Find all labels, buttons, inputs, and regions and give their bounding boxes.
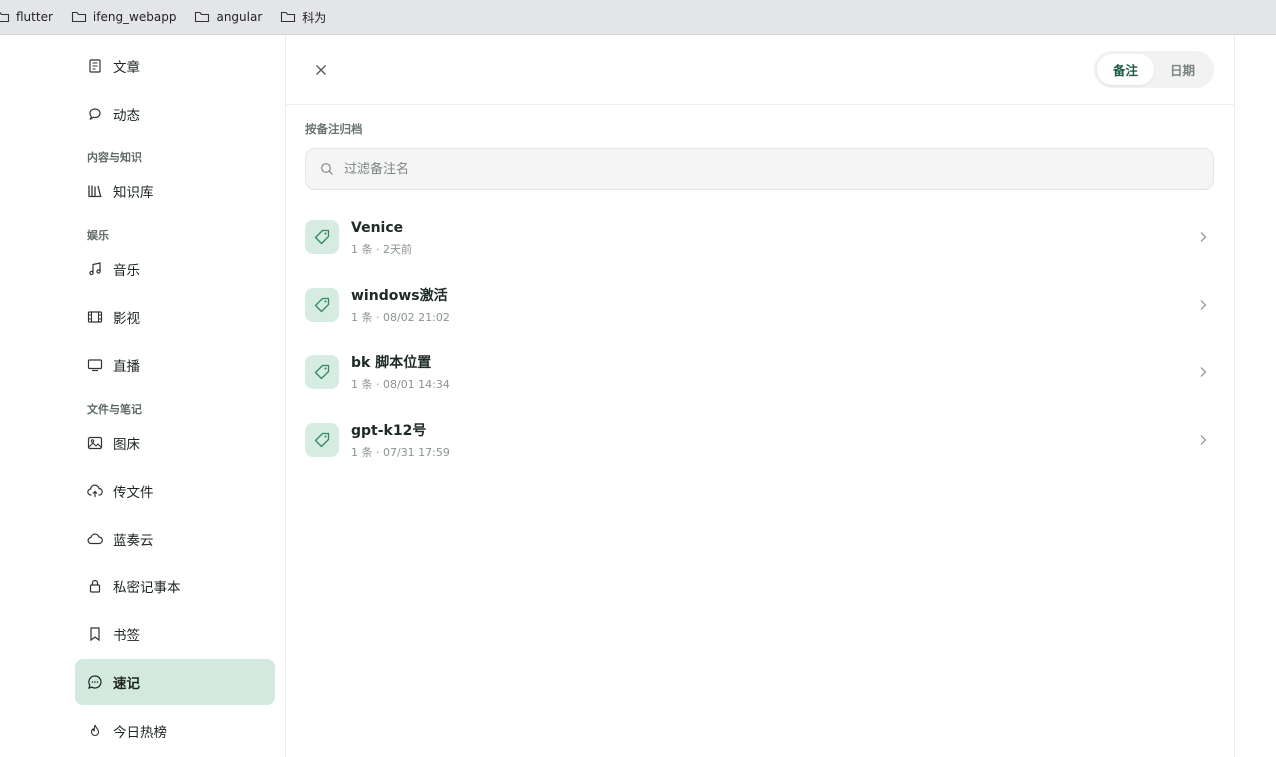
sidebar-item-label: 音乐	[113, 263, 140, 279]
list-item-meta: 1 条 · 08/02 21:02	[351, 310, 450, 324]
sidebar-item-video[interactable]: 影视	[75, 294, 275, 340]
section-label-files: 文件与笔记	[87, 403, 142, 416]
sidebar-item-live[interactable]: 直播	[75, 342, 275, 388]
sidebar-item-label: 知识库	[113, 185, 154, 201]
group-title: 按备注归档	[305, 122, 363, 136]
sidebar-item-private-notebook[interactable]: 私密记事本	[75, 563, 275, 609]
tag-badge	[305, 355, 339, 389]
sidebar-item-label: 直播	[113, 359, 140, 375]
archive-mode-toggle: 备注 日期	[1094, 51, 1214, 88]
library-icon	[88, 185, 102, 198]
sidebar-item-label: 传文件	[113, 485, 154, 501]
section-label-entertainment: 娱乐	[87, 229, 109, 242]
list-item[interactable]: Venice 1 条 · 2天前	[305, 209, 1214, 265]
music-note-icon	[89, 262, 101, 276]
tag-badge	[305, 423, 339, 457]
chat-bubble-icon	[89, 108, 101, 121]
bookmark-flutter[interactable]: flutter	[0, 4, 53, 30]
list-item-text: windows激活 1 条 · 08/02 21:02	[351, 286, 1196, 325]
tab-by-note[interactable]: 备注	[1097, 54, 1154, 85]
sidebar-item-label: 动态	[113, 108, 140, 124]
sidebar-item-bookmarks[interactable]: 书签	[75, 611, 275, 657]
notes-archive-panel: 备注 日期 按备注归档 Venice 1 条 · 2天前 windows激活 1…	[286, 35, 1235, 757]
sidebar-item-label: 今日热榜	[113, 725, 167, 741]
bookmark-label: flutter	[16, 10, 53, 24]
folder-icon	[281, 11, 296, 23]
tag-icon	[314, 364, 330, 380]
list-item-text: Venice 1 条 · 2天前	[351, 218, 1196, 257]
close-button[interactable]	[310, 59, 332, 81]
sidebar-item-label: 私密记事本	[113, 580, 181, 596]
section-label-knowledge: 内容与知识	[87, 151, 142, 164]
sidebar-item-label: 影视	[113, 311, 140, 327]
panel-header: 备注 日期	[286, 35, 1235, 105]
bookmarks-bar: flutter ifeng_webapp angular 科为	[0, 0, 1276, 35]
tab-by-date[interactable]: 日期	[1154, 54, 1211, 85]
search-icon	[321, 163, 333, 175]
close-icon	[316, 65, 326, 75]
sidebar-item-music[interactable]: 音乐	[75, 246, 275, 292]
list-item-text: bk 脚本位置 1 条 · 08/01 14:34	[351, 353, 1196, 392]
sidebar-item-articles[interactable]: 文章	[75, 43, 275, 89]
quick-note-icon	[88, 675, 102, 689]
image-icon	[87, 436, 103, 450]
filter-input[interactable]	[344, 161, 1194, 177]
list-item-title: Venice	[351, 219, 404, 236]
bookmark-angular[interactable]: angular	[194, 4, 262, 30]
sidebar-item-label: 速记	[113, 676, 140, 692]
list-item-meta: 1 条 · 2天前	[351, 242, 412, 256]
list-item-title: bk 脚本位置	[351, 354, 432, 371]
bookmark-keiwei[interactable]: 科为	[280, 4, 326, 30]
list-item-meta: 1 条 · 07/31 17:59	[351, 445, 450, 459]
cloud-icon	[87, 533, 103, 545]
flame-icon	[90, 724, 100, 737]
chevron-right-icon	[1200, 367, 1207, 377]
bookmark-icon	[90, 627, 100, 642]
sidebar-item-label: 文章	[113, 60, 140, 76]
cloud-upload-icon	[87, 484, 103, 497]
tag-icon	[314, 297, 330, 313]
list-item-text: gpt-k12号 1 条 · 07/31 17:59	[351, 421, 1196, 460]
monitor-icon	[87, 359, 103, 372]
tag-icon	[314, 229, 330, 245]
tag-badge	[305, 220, 339, 254]
filter-search-box	[305, 148, 1214, 190]
sidebar-item-moments[interactable]: 动态	[75, 91, 275, 137]
lock-icon	[89, 579, 101, 593]
list-item-title: gpt-k12号	[351, 422, 427, 439]
sidebar-item-label: 蓝奏云	[113, 533, 154, 549]
bookmark-label: 科为	[302, 10, 327, 25]
sidebar-item-lanzou-cloud[interactable]: 蓝奏云	[75, 516, 275, 562]
sidebar-item-label: 图床	[113, 437, 140, 453]
chevron-right-icon	[1200, 232, 1207, 242]
folder-icon	[0, 11, 10, 23]
list-item[interactable]: windows激活 1 条 · 08/02 21:02	[305, 277, 1214, 333]
sidebar-item-file-transfer[interactable]: 传文件	[75, 468, 275, 514]
list-item-title: windows激活	[351, 287, 448, 304]
tag-badge	[305, 288, 339, 322]
folder-icon	[195, 11, 210, 23]
tag-icon	[314, 432, 330, 448]
list-item-meta: 1 条 · 08/01 14:34	[351, 377, 450, 391]
list-item[interactable]: gpt-k12号 1 条 · 07/31 17:59	[305, 412, 1214, 468]
article-icon	[89, 59, 101, 73]
chevron-right-icon	[1200, 435, 1207, 445]
folder-icon	[71, 11, 86, 23]
sidebar-item-image-hosting[interactable]: 图床	[75, 420, 275, 466]
sidebar-item-label: 书签	[113, 628, 140, 644]
chevron-right-icon	[1200, 300, 1207, 310]
bookmark-ifeng-webapp[interactable]: ifeng_webapp	[71, 4, 177, 30]
sidebar-item-quick-notes[interactable]: 速记	[75, 659, 275, 705]
film-icon	[87, 311, 103, 323]
list-item[interactable]: bk 脚本位置 1 条 · 08/01 14:34	[305, 344, 1214, 400]
bookmark-label: angular	[216, 10, 263, 24]
sidebar: 文章 动态 内容与知识 知识库 娱乐 音乐 影视 直播 文件与笔记 图床 传文件…	[0, 35, 286, 757]
sidebar-item-hot-list[interactable]: 今日热榜	[75, 708, 275, 754]
bookmark-label: ifeng_webapp	[92, 10, 177, 24]
sidebar-item-library[interactable]: 知识库	[75, 168, 275, 214]
